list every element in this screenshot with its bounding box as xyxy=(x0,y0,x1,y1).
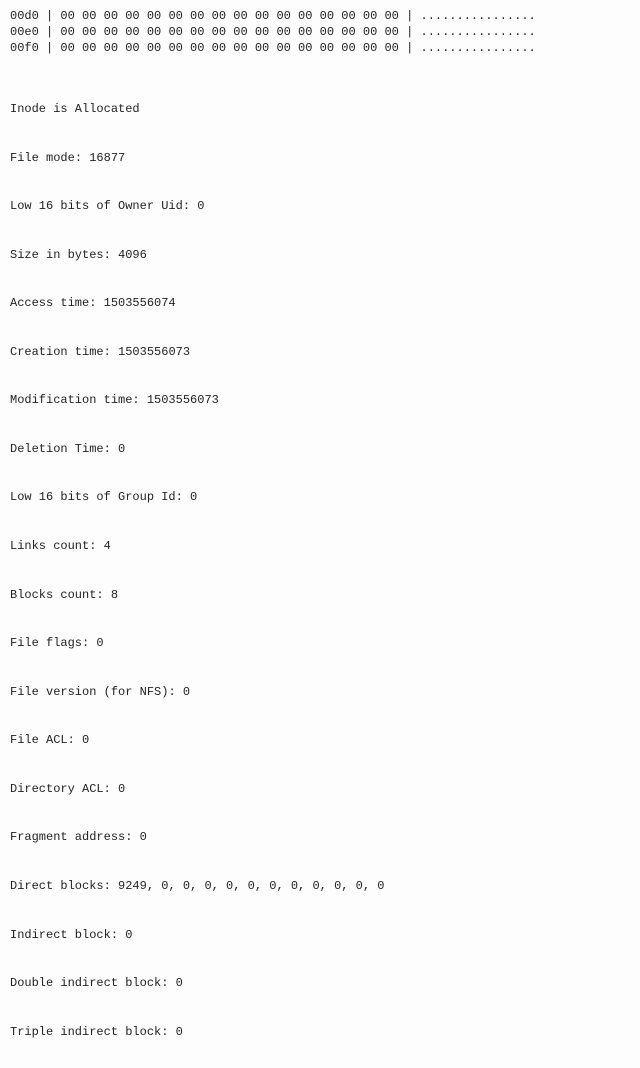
inode-field: File ACL: 0 xyxy=(10,732,630,748)
inode-field: Low 16 bits of Group Id: 0 xyxy=(10,489,630,505)
inode-field: Low 16 bits of Owner Uid: 0 xyxy=(10,198,630,214)
inode-field: Links count: 4 xyxy=(10,538,630,554)
hex-row: 00d0 | 00 00 00 00 00 00 00 00 00 00 00 … xyxy=(10,8,630,24)
inode-field: File flags: 0 xyxy=(10,635,630,651)
hex-row: 00f0 | 00 00 00 00 00 00 00 00 00 00 00 … xyxy=(10,40,630,56)
inode-field: Triple indirect block: 0 xyxy=(10,1024,630,1040)
inode-field: Direct blocks: 9249, 0, 0, 0, 0, 0, 0, 0… xyxy=(10,878,630,894)
inode-field: Modification time: 1503556073 xyxy=(10,392,630,408)
inode-field: Double indirect block: 0 xyxy=(10,975,630,991)
inode-field: Deletion Time: 0 xyxy=(10,441,630,457)
inode-field: Directory ACL: 0 xyxy=(10,781,630,797)
inode-field: Access time: 1503556074 xyxy=(10,295,630,311)
inode-field: File version (for NFS): 0 xyxy=(10,684,630,700)
inode-field: Fragment address: 0 xyxy=(10,829,630,845)
inode-field: Size in bytes: 4096 xyxy=(10,247,630,263)
inode-info-block: Inode is Allocated File mode: 16877 Low … xyxy=(10,69,630,1056)
hex-row: 00e0 | 00 00 00 00 00 00 00 00 00 00 00 … xyxy=(10,24,630,40)
inode-field: File mode: 16877 xyxy=(10,150,630,166)
inode-field: Indirect block: 0 xyxy=(10,927,630,943)
inode-field: Creation time: 1503556073 xyxy=(10,344,630,360)
inode-allocated-label: Inode is Allocated xyxy=(10,101,630,117)
hex-dump: 00d0 | 00 00 00 00 00 00 00 00 00 00 00 … xyxy=(10,8,630,57)
inode-field: Blocks count: 8 xyxy=(10,587,630,603)
